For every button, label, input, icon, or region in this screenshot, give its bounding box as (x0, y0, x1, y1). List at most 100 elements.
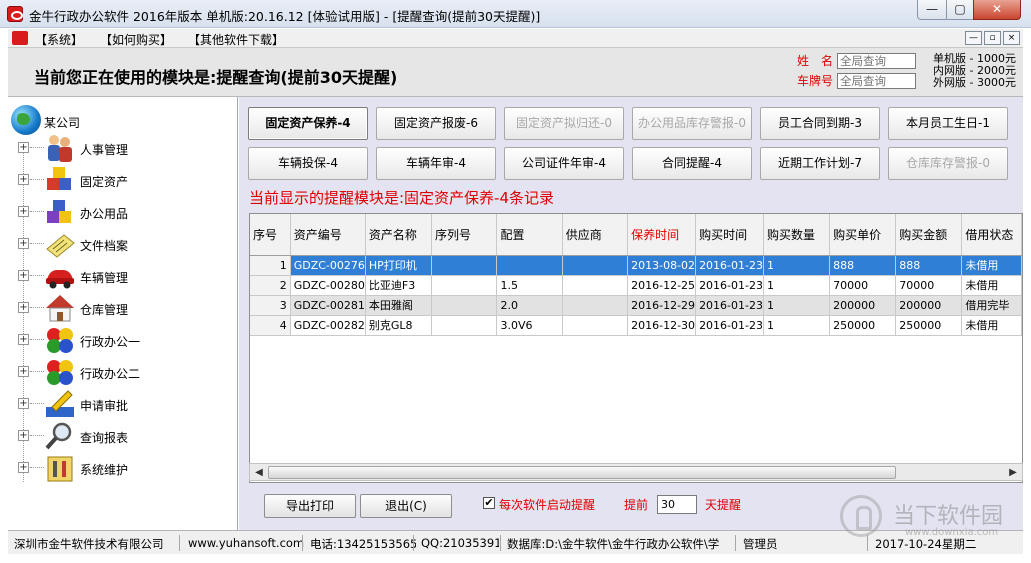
expand-icon[interactable]: + (18, 430, 29, 441)
tree-item-documents[interactable]: + 文件档案 (18, 229, 218, 259)
tree-item-vehicles[interactable]: + 车辆管理 (18, 261, 218, 291)
table-cell[interactable]: 别克GL8 (365, 315, 433, 336)
table-cell[interactable]: 1 (763, 315, 831, 336)
menu-how-to-buy[interactable]: 【如何购买】 (100, 31, 172, 48)
tree-item-fixed-assets[interactable]: + 固定资产 (18, 165, 218, 195)
reminder-fixed-asset-maintenance[interactable]: 固定资产保养-4 (248, 107, 368, 140)
table-cell[interactable]: 未借用 (961, 255, 1022, 276)
name-search-input[interactable] (837, 53, 916, 69)
scrollbar-thumb[interactable] (268, 466, 896, 479)
table-cell[interactable]: 比亚迪F3 (365, 275, 433, 296)
table-cell[interactable]: GDZC-00282 (290, 315, 366, 336)
tree-item-admin-one[interactable]: + 行政办公一 (18, 325, 218, 355)
mdi-minimize-button[interactable]: — (965, 31, 982, 45)
tree-item-system-maintenance[interactable]: + 系统维护 (18, 453, 218, 483)
table-row[interactable]: 2 GDZC-00280 比亚迪F3 1.5 2016-12-25 2016-0… (250, 275, 1022, 296)
reminder-contracts[interactable]: 合同提醒-4 (632, 147, 752, 180)
exit-button[interactable]: 退出(C) (360, 494, 452, 518)
expand-icon[interactable]: + (18, 302, 29, 313)
table-row[interactable]: 3 GDZC-00281 本田雅阁 2.0 2016-12-29 2016-01… (250, 295, 1022, 316)
reminder-vehicle-insurance[interactable]: 车辆投保-4 (248, 147, 368, 180)
table-cell[interactable] (431, 255, 498, 276)
horizontal-scrollbar[interactable]: ◀ ▶ (249, 463, 1023, 481)
table-cell[interactable] (431, 275, 498, 296)
table-cell[interactable] (431, 295, 498, 316)
table-cell[interactable]: 本田雅阁 (365, 295, 433, 316)
expand-icon[interactable]: + (18, 142, 29, 153)
table-cell[interactable] (431, 315, 498, 336)
column-header[interactable]: 借用状态 (961, 214, 1022, 256)
column-header[interactable]: 资产名称 (365, 214, 433, 256)
reminder-supplies-stock-alert[interactable]: 办公用品库存警报-0 (632, 107, 752, 140)
table-cell[interactable]: 70000 (829, 275, 897, 296)
table-cell[interactable]: 1.5 (496, 275, 563, 296)
table-cell[interactable]: 未借用 (961, 315, 1022, 336)
expand-icon[interactable]: + (18, 462, 29, 473)
startup-reminder-checkbox[interactable]: ✔ (483, 497, 495, 509)
export-print-button[interactable]: 导出打印 (264, 494, 356, 518)
scroll-right-icon[interactable]: ▶ (1006, 466, 1020, 480)
menu-other-software[interactable]: 【其他软件下载】 (188, 31, 284, 48)
table-cell[interactable] (562, 255, 629, 276)
mdi-close-button[interactable]: × (1003, 31, 1020, 45)
column-header[interactable]: 资产编号 (290, 214, 366, 256)
expand-icon[interactable]: + (18, 334, 29, 345)
mdi-restore-button[interactable]: ▫ (984, 31, 1001, 45)
table-cell[interactable]: 1 (763, 295, 831, 316)
reminder-contract-expiry[interactable]: 员工合同到期-3 (760, 107, 880, 140)
table-cell[interactable]: 2016-12-25 (627, 275, 697, 296)
table-cell[interactable]: 200000 (829, 295, 897, 316)
maximize-button[interactable]: ▢ (946, 0, 974, 20)
table-row[interactable]: 4 GDZC-00282 别克GL8 3.0V6 2016-12-30 2016… (250, 315, 1022, 336)
table-cell[interactable]: GDZC-00276 (290, 255, 366, 276)
table-cell[interactable]: 1 (763, 275, 831, 296)
table-cell[interactable]: 2 (250, 275, 291, 296)
plate-search-input[interactable] (837, 73, 916, 89)
expand-icon[interactable]: + (18, 366, 29, 377)
table-cell[interactable]: HP打印机 (365, 255, 433, 276)
table-cell[interactable] (562, 295, 629, 316)
table-cell[interactable]: 2.0 (496, 295, 563, 316)
tree-item-personnel[interactable]: + 人事管理 (18, 133, 218, 163)
table-cell[interactable]: 70000 (895, 275, 963, 296)
table-cell[interactable]: GDZC-00281 (290, 295, 366, 316)
expand-icon[interactable]: + (18, 206, 29, 217)
table-cell[interactable]: 2016-01-23 (695, 295, 764, 316)
expand-icon[interactable]: + (18, 270, 29, 281)
column-header-maintenance-date[interactable]: 保养时间 (627, 214, 697, 256)
column-header[interactable]: 序号 (250, 214, 291, 256)
table-cell[interactable]: 250000 (895, 315, 963, 336)
table-cell[interactable]: 2016-01-23 (695, 315, 764, 336)
column-header[interactable]: 购买时间 (695, 214, 764, 256)
expand-icon[interactable]: + (18, 238, 29, 249)
table-cell[interactable]: 4 (250, 315, 291, 336)
table-cell[interactable]: 2016-12-29 (627, 295, 697, 316)
table-cell[interactable] (496, 255, 563, 276)
table-cell[interactable]: 2016-01-23 (695, 275, 764, 296)
reminder-work-plan[interactable]: 近期工作计划-7 (760, 147, 880, 180)
table-row[interactable]: 1 GDZC-00276 HP打印机 2013-08-02 2016-01-23… (250, 255, 1022, 276)
column-header[interactable]: 序列号 (431, 214, 498, 256)
tree-item-approval[interactable]: + 申请审批 (18, 389, 218, 419)
table-cell[interactable]: 3.0V6 (496, 315, 563, 336)
table-cell[interactable] (562, 315, 629, 336)
reminder-fixed-asset-scrap[interactable]: 固定资产报废-6 (376, 107, 496, 140)
advance-days-input[interactable] (657, 495, 697, 514)
close-button[interactable]: ✕ (973, 0, 1021, 20)
table-cell[interactable]: 888 (895, 255, 963, 276)
tree-item-admin-two[interactable]: + 行政办公二 (18, 357, 218, 387)
table-cell[interactable]: 2016-01-23 (695, 255, 764, 276)
table-cell[interactable]: 2013-08-02 (627, 255, 697, 276)
tree-item-warehouse[interactable]: + 仓库管理 (18, 293, 218, 323)
table-cell[interactable]: 2016-12-30 (627, 315, 697, 336)
scroll-left-icon[interactable]: ◀ (252, 466, 266, 480)
table-cell[interactable]: 未借用 (961, 275, 1022, 296)
table-cell[interactable] (562, 275, 629, 296)
column-header[interactable]: 购买单价 (829, 214, 897, 256)
table-cell[interactable]: 1 (763, 255, 831, 276)
table-cell[interactable]: 250000 (829, 315, 897, 336)
expand-icon[interactable]: + (18, 174, 29, 185)
table-cell[interactable]: 200000 (895, 295, 963, 316)
table-cell[interactable]: 3 (250, 295, 291, 316)
column-header[interactable]: 供应商 (562, 214, 629, 256)
